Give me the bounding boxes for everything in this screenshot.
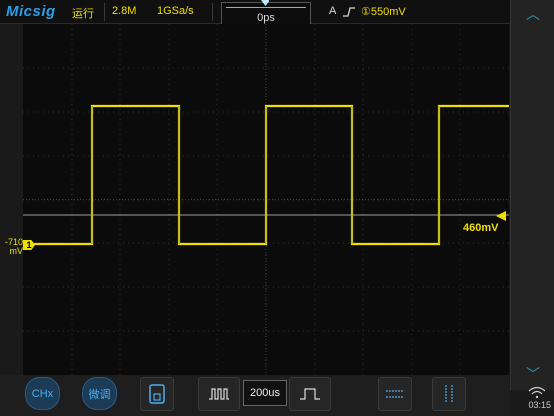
pulse-narrow-icon — [209, 388, 229, 400]
trigger-mode: A — [329, 5, 337, 17]
save-file-button[interactable] — [140, 377, 174, 411]
wifi-icon — [528, 386, 546, 398]
right-side-panel[interactable]: ︿ ﹀ — [510, 0, 554, 390]
trigger-position-marker-icon — [261, 0, 269, 6]
delay-track — [226, 7, 306, 8]
divider — [212, 3, 213, 21]
fine-adjust-button[interactable]: 微调 — [82, 377, 117, 410]
vertical-cursor-icon — [445, 385, 453, 403]
horizontal-delay-value: 0ps — [257, 12, 275, 24]
memory-depth[interactable]: 2.8M — [112, 5, 136, 17]
timebase-increase-button[interactable] — [289, 377, 331, 411]
chevron-down-icon[interactable]: ﹀ — [511, 364, 554, 384]
timebase-decrease-button[interactable] — [198, 377, 240, 411]
top-status-bar: Micsig 运行 2.8M 1GSa/s 0ps A ①550mV — [0, 0, 510, 25]
rising-edge-icon — [343, 7, 355, 17]
timebase-value[interactable]: 200us — [243, 380, 287, 406]
run-status[interactable]: 运行 — [72, 5, 94, 21]
trigger-source-level: ①550mV — [361, 6, 406, 18]
divider — [104, 3, 105, 21]
waveform-canvas — [23, 24, 509, 375]
waveform-display[interactable] — [23, 24, 509, 375]
horizontal-cursor-button[interactable] — [378, 377, 412, 411]
offset-unit: mV — [9, 246, 24, 256]
file-icon — [149, 384, 165, 404]
system-clock: 03:15 — [528, 400, 551, 410]
trigger-level-arrow-icon[interactable] — [496, 211, 506, 221]
chx-button[interactable]: CHx — [25, 377, 60, 410]
pulse-wide-icon — [300, 388, 320, 400]
trigger-level-readout: 460mV — [463, 222, 499, 234]
chevron-up-icon[interactable]: ︿ — [511, 4, 554, 24]
trigger-info[interactable]: A ①550mV — [319, 2, 509, 22]
brand-logo: Micsig — [6, 3, 56, 20]
channel1-offset-readout: -710 mV — [3, 238, 23, 256]
vertical-cursor-button[interactable] — [432, 377, 466, 411]
sample-rate[interactable]: 1GSa/s — [157, 5, 194, 17]
horizontal-cursor-icon — [386, 390, 404, 398]
